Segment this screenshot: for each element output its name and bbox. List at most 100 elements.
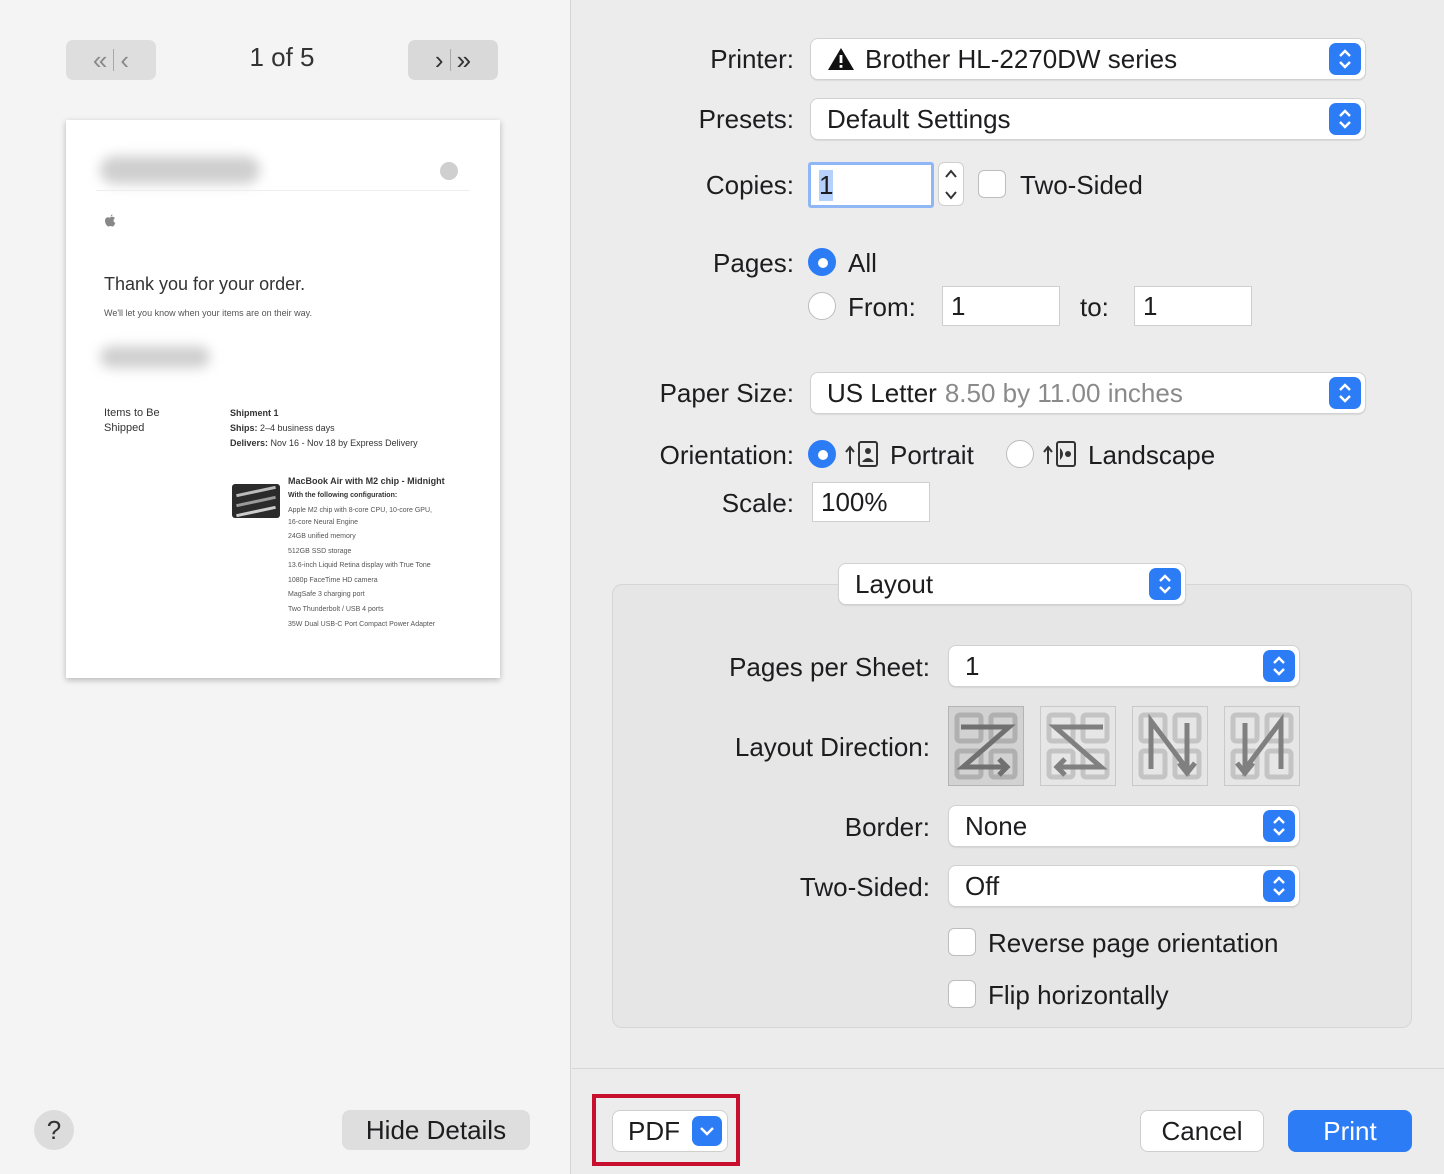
portrait-radio[interactable]: [808, 440, 836, 468]
config-line: 24GB unified memory: [288, 533, 356, 540]
flip-horizontally-label: Flip horizontally: [988, 980, 1169, 1010]
pages-per-sheet-label: Pages per Sheet:: [729, 652, 930, 682]
avatar: [440, 162, 458, 180]
chevron-up-icon[interactable]: [944, 168, 958, 179]
config-line: 512GB SSD storage: [288, 548, 352, 555]
pdf-menu-button[interactable]: PDF: [612, 1110, 728, 1152]
doc-title: Thank you for your order.: [104, 274, 306, 294]
presets-value: Default Settings: [827, 103, 1011, 134]
first-previous-page-buttons[interactable]: « ‹: [66, 40, 156, 80]
landscape-label: Landscape: [1088, 440, 1216, 470]
chevron-down-icon[interactable]: [944, 190, 958, 200]
next-page-icon[interactable]: ›: [435, 45, 444, 76]
scale-input[interactable]: 100%: [812, 482, 930, 522]
pages-from-radio[interactable]: [808, 292, 836, 320]
copies-input[interactable]: 1: [808, 162, 934, 208]
warning-icon: [828, 48, 854, 70]
direction-reverse-z-icon: [1046, 712, 1110, 780]
config-line: 1080p FaceTime HD camera: [288, 577, 378, 584]
pages-from-input[interactable]: 1: [942, 286, 1060, 326]
page-indicator: 1 of 5: [249, 42, 315, 72]
section-select[interactable]: Layout: [838, 563, 1186, 605]
scale-label: Scale:: [721, 488, 794, 518]
blurred-address: [100, 346, 210, 368]
layout-direction-n[interactable]: [1132, 706, 1208, 786]
pages-label: Pages:: [713, 248, 794, 278]
printer-value: Brother HL-2270DW series: [865, 43, 1178, 74]
copies-stepper[interactable]: [938, 162, 964, 206]
nav-separator: [113, 49, 115, 71]
section-value: Layout: [855, 568, 934, 599]
layout-direction-reverse-n[interactable]: [1224, 706, 1300, 786]
config-line: 16-core Neural Engine: [288, 519, 359, 526]
items-label: Items to Be Shipped: [104, 407, 160, 434]
config-line: MagSafe 3 charging port: [288, 591, 365, 598]
updown-arrows-icon: [1329, 43, 1361, 75]
blurred-header: [100, 156, 260, 184]
hide-details-button[interactable]: Hide Details: [342, 1110, 530, 1150]
delivers-line: Delivers: Nov 16 - Nov 18 by Express Del…: [230, 438, 418, 448]
last-page-icon[interactable]: »: [457, 45, 471, 76]
shipment-label: Shipment 1: [230, 408, 279, 418]
pages-all-radio[interactable]: [808, 248, 836, 276]
pages-per-sheet-select[interactable]: 1: [948, 645, 1300, 687]
config-label: With the following configuration:: [288, 492, 398, 499]
layout-two-sided-select[interactable]: Off: [948, 865, 1300, 907]
paper-size-value: US Letter: [827, 377, 937, 408]
nav-separator: [449, 49, 451, 71]
presets-select[interactable]: Default Settings: [810, 98, 1366, 140]
paper-size-select[interactable]: US Letter 8.50 by 11.00 inches: [810, 372, 1366, 414]
layout-direction-z[interactable]: [948, 706, 1024, 786]
doc-subtitle: We'll let you know when your items are o…: [104, 308, 312, 318]
updown-arrows-icon: [1263, 810, 1295, 842]
paper-size-detail: 8.50 by 11.00 inches: [944, 377, 1183, 408]
previous-page-icon[interactable]: ‹: [120, 45, 129, 76]
border-select[interactable]: None: [948, 805, 1300, 847]
two-sided-checkbox[interactable]: [978, 170, 1006, 198]
flip-horizontally-checkbox[interactable]: [948, 980, 976, 1008]
cancel-button[interactable]: Cancel: [1140, 1110, 1264, 1152]
paper-size-label: Paper Size:: [659, 378, 794, 408]
divider: [96, 190, 470, 191]
landscape-icon: [1043, 441, 1076, 467]
product-title: MacBook Air with M2 chip - Midnight: [288, 476, 445, 486]
chevron-down-icon: [692, 1116, 722, 1146]
printer-select[interactable]: Brother HL-2270DW series: [810, 38, 1366, 80]
config-line: 13.6-inch Liquid Retina display with Tru…: [288, 562, 431, 569]
settings-pane: Printer: Brother HL-2270DW series Preset…: [572, 0, 1444, 1174]
preview-pane: « ‹ 1 of 5 › » Thank you for your order.…: [0, 0, 571, 1174]
layout-two-sided-label: Two-Sided:: [799, 872, 930, 902]
portrait-label: Portrait: [890, 440, 974, 470]
border-label: Border:: [844, 812, 930, 842]
copies-value: 1: [819, 169, 834, 201]
updown-arrows-icon: [1149, 568, 1181, 600]
apple-logo-icon: [105, 214, 116, 227]
portrait-icon: [845, 441, 878, 467]
reverse-orientation-label: Reverse page orientation: [988, 928, 1279, 958]
config-line: 35W Dual USB-C Port Compact Power Adapte…: [288, 621, 436, 628]
updown-arrows-icon: [1329, 377, 1361, 409]
copies-label: Copies:: [705, 170, 794, 200]
next-last-page-buttons[interactable]: › »: [408, 40, 498, 80]
direction-n-icon: [1138, 712, 1202, 780]
pages-per-sheet-value: 1: [965, 650, 980, 681]
updown-arrows-icon: [1329, 103, 1361, 135]
product-image: [232, 484, 280, 518]
two-sided-label: Two-Sided: [1020, 170, 1143, 200]
help-button[interactable]: ?: [34, 1110, 74, 1150]
layout-direction-reverse-z[interactable]: [1040, 706, 1116, 786]
print-button[interactable]: Print: [1288, 1110, 1412, 1152]
pages-to-input[interactable]: 1: [1134, 286, 1252, 326]
layout-direction-label: Layout Direction:: [734, 732, 930, 762]
border-value: None: [965, 810, 1028, 841]
printer-label: Printer:: [710, 44, 794, 74]
layout-two-sided-value: Off: [965, 870, 1000, 901]
pages-all-label: All: [848, 248, 877, 278]
first-page-icon[interactable]: «: [93, 45, 107, 76]
config-line: Two Thunderbolt / USB 4 ports: [288, 606, 384, 613]
landscape-radio[interactable]: [1006, 440, 1034, 468]
bottom-bar: PDF Cancel Print: [572, 1068, 1444, 1174]
reverse-orientation-checkbox[interactable]: [948, 928, 976, 956]
pages-to-label: to:: [1080, 292, 1109, 322]
pages-from-label: From:: [848, 292, 916, 322]
